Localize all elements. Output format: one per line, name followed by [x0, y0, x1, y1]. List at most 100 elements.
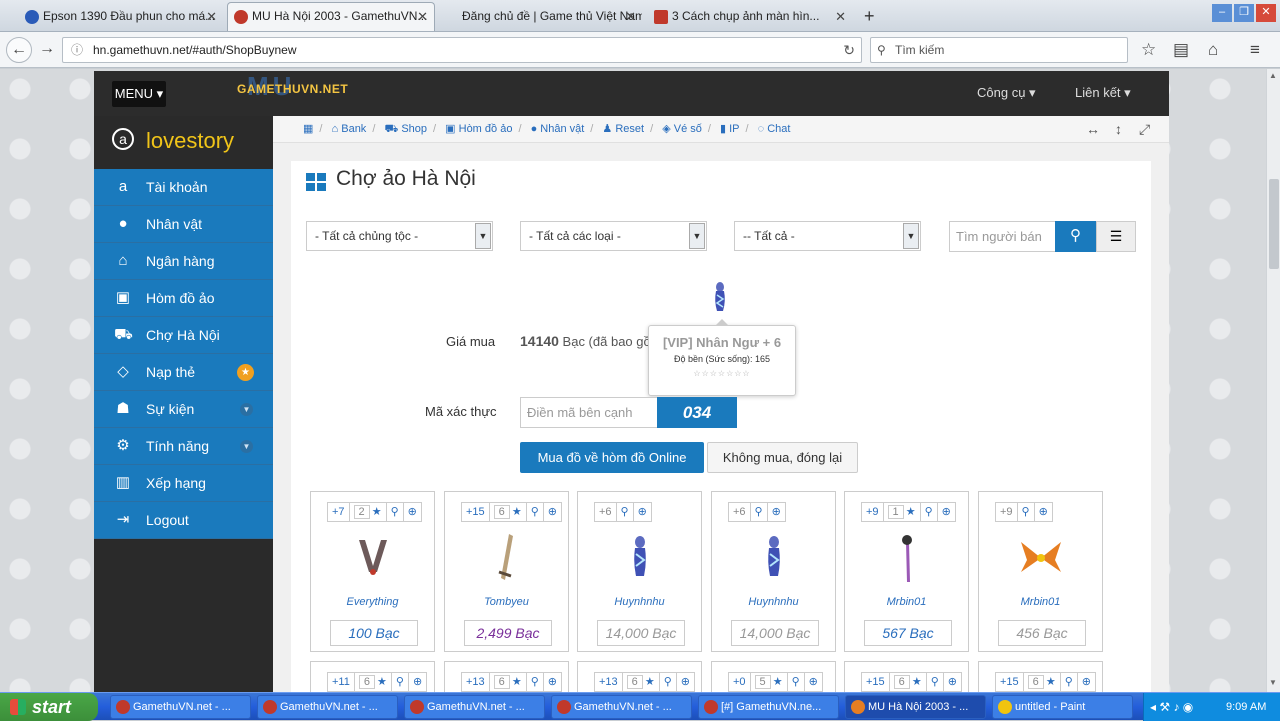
- seller-name[interactable]: Mrbin01: [845, 596, 968, 608]
- tray-icons[interactable]: ◂ ⚒ ♪ ◉: [1150, 693, 1193, 721]
- search-icon[interactable]: ⚲: [385, 502, 404, 522]
- race-select[interactable]: - Tất cả chủng tộc - ▼: [306, 221, 493, 251]
- taskbar-item[interactable]: GamethuVN.net - ...: [404, 695, 545, 719]
- search-icon[interactable]: ⚲: [1016, 502, 1035, 522]
- zoom-icon[interactable]: ⊕: [542, 502, 562, 522]
- zoom-icon[interactable]: ⊕: [407, 672, 428, 692]
- sidebar-item-events[interactable]: ☗ Sự kiện ▼: [94, 391, 273, 428]
- browser-tab[interactable]: Đăng chủ đề | Game thủ Việt Nam... ✕: [437, 2, 643, 31]
- search-button[interactable]: ⚲: [1055, 221, 1096, 252]
- taskbar-item[interactable]: GamethuVN.net - ...: [551, 695, 692, 719]
- item-card[interactable]: +6 ⚲ ⊕ Huynhnhu 14,000 Bạc: [577, 491, 702, 652]
- item-card[interactable]: +0 5 ★ ⚲ ⊕: [711, 661, 836, 692]
- item-card[interactable]: +13 6 ★ ⚲ ⊕: [577, 661, 702, 692]
- captcha-input[interactable]: Điền mã bên cạnh: [520, 397, 658, 428]
- new-tab-icon[interactable]: +: [864, 6, 875, 27]
- zoom-icon[interactable]: ⊕: [402, 502, 422, 522]
- captcha-image[interactable]: 034: [657, 397, 737, 428]
- scroll-down-icon[interactable]: ▼: [1269, 678, 1277, 687]
- sidebar-item-ranking[interactable]: ▥ Xếp hạng: [94, 465, 273, 502]
- crumb-reset[interactable]: ♟ Reset: [602, 123, 644, 135]
- zoom-icon[interactable]: ⊕: [542, 672, 562, 692]
- zoom-icon[interactable]: ⊕: [942, 672, 962, 692]
- taskbar-item[interactable]: untitled - Paint: [992, 695, 1133, 719]
- item-card[interactable]: +13 6 ★ ⚲ ⊕: [444, 661, 569, 692]
- sidebar-item-topup[interactable]: ◇ Nạp thẻ ★: [94, 354, 273, 391]
- close-tab-icon[interactable]: ✕: [625, 3, 636, 30]
- search-icon[interactable]: ⚲: [615, 502, 634, 522]
- sidebar-item-bank[interactable]: ⌂ Ngân hàng: [94, 243, 273, 280]
- sidebar-item-market[interactable]: ⛟ Chợ Hà Nội: [94, 317, 273, 354]
- url-bar[interactable]: ⓘ hn.gamethuvn.net/#auth/ShopBuynew ↻: [62, 37, 862, 63]
- seller-name[interactable]: Tombyeu: [445, 596, 568, 608]
- seller-name[interactable]: Huynhnhu: [712, 596, 835, 608]
- maximize-icon[interactable]: ❐: [1234, 4, 1254, 22]
- browser-search-input[interactable]: ⚲ Tìm kiếm: [870, 37, 1128, 63]
- reload-icon[interactable]: ↻: [843, 38, 855, 62]
- scroll-up-icon[interactable]: ▲: [1269, 71, 1277, 80]
- seller-name[interactable]: Huynhnhu: [578, 596, 701, 608]
- item-card[interactable]: +15 6 ★ ⚲ ⊕: [844, 661, 969, 692]
- zoom-icon[interactable]: ⊕: [632, 502, 652, 522]
- item-card[interactable]: +6 ⚲ ⊕ Huynhnhu 14,000 Bạc: [711, 491, 836, 652]
- item-card[interactable]: +9 ⚲ ⊕ Mrbin01 456 Bạc: [978, 491, 1103, 652]
- zoom-icon[interactable]: ⊕: [936, 502, 956, 522]
- item-card[interactable]: +15 6 ★ ⚲ ⊕: [978, 661, 1103, 692]
- seller-name[interactable]: Everything: [311, 596, 434, 608]
- item-card[interactable]: +7 2 ★ ⚲ ⊕ Everything 100 Bạc: [310, 491, 435, 652]
- taskbar-item-active[interactable]: MU Hà Nội 2003 - ...: [845, 695, 986, 719]
- fullscreen-icon[interactable]: ⤢: [1139, 116, 1150, 142]
- sidebar-item-character[interactable]: ● Nhân vật: [94, 206, 273, 243]
- sidebar-item-features[interactable]: ⚙ Tính năng ▼: [94, 428, 273, 465]
- search-icon[interactable]: ⚲: [1059, 672, 1078, 692]
- expand-vertical-icon[interactable]: ↕: [1115, 116, 1122, 142]
- close-tab-icon[interactable]: ✕: [417, 3, 428, 30]
- taskbar-item[interactable]: [#] GamethuVN.ne...: [698, 695, 839, 719]
- zoom-icon[interactable]: ⊕: [675, 672, 695, 692]
- search-icon[interactable]: ⚲: [525, 672, 544, 692]
- reading-list-icon[interactable]: ▤: [1173, 40, 1189, 60]
- sidebar-item-account[interactable]: a Tài khoản: [94, 169, 273, 206]
- zoom-icon[interactable]: ⊕: [803, 672, 823, 692]
- minimize-icon[interactable]: –: [1212, 4, 1232, 22]
- zoom-icon[interactable]: ⊕: [1076, 672, 1096, 692]
- search-icon[interactable]: ⚲: [786, 672, 805, 692]
- type-select[interactable]: - Tất cả các loại - ▼: [520, 221, 707, 251]
- browser-tab-active[interactable]: MU Hà Nội 2003 - GamethuVN... ✕: [227, 2, 435, 31]
- tools-dropdown[interactable]: Công cụ ▾: [977, 85, 1036, 101]
- close-tab-icon[interactable]: ✕: [206, 3, 217, 30]
- seller-name[interactable]: Mrbin01: [979, 596, 1102, 608]
- close-tab-icon[interactable]: ✕: [835, 3, 846, 30]
- item-card[interactable]: +11 6 ★ ⚲ ⊕: [310, 661, 435, 692]
- buy-button[interactable]: Mua đồ về hòm đồ Online: [520, 442, 704, 473]
- site-logo[interactable]: MU GAMETHUVN.NET: [237, 71, 348, 101]
- crumb-shop[interactable]: ⛟ Shop: [384, 123, 427, 135]
- crumb-ip[interactable]: ▮ IP: [720, 123, 740, 135]
- zoom-icon[interactable]: ⊕: [1033, 502, 1053, 522]
- search-icon[interactable]: ⚲: [390, 672, 409, 692]
- crumb-inventory[interactable]: ▣ Hòm đồ ảo: [445, 123, 512, 135]
- crumb-bank[interactable]: ⌂ Bank: [332, 123, 367, 135]
- taskbar-item[interactable]: GamethuVN.net - ...: [110, 695, 251, 719]
- zoom-icon[interactable]: ⊕: [766, 502, 786, 522]
- page-scrollbar[interactable]: ▲ ▼: [1266, 69, 1280, 692]
- search-icon[interactable]: ⚲: [525, 502, 544, 522]
- menu-button[interactable]: MENU ▾: [112, 81, 166, 107]
- cancel-button[interactable]: Không mua, đóng lại: [707, 442, 858, 473]
- sidebar-item-logout[interactable]: ⇥ Logout: [94, 502, 273, 539]
- calendar-icon[interactable]: ▦: [303, 123, 313, 135]
- crumb-character[interactable]: ● Nhân vật: [531, 123, 585, 135]
- hamburger-menu-icon[interactable]: ≡: [1250, 40, 1260, 60]
- expand-horizontal-icon[interactable]: ↔: [1086, 116, 1100, 142]
- bookmark-star-icon[interactable]: ☆: [1141, 40, 1156, 60]
- item-card[interactable]: +15 6 ★ ⚲ ⊕ Tombyeu 2,499 Bạc: [444, 491, 569, 652]
- list-view-button[interactable]: ☰: [1096, 221, 1136, 252]
- search-icon[interactable]: ⚲: [658, 672, 677, 692]
- forward-icon[interactable]: →: [34, 37, 60, 63]
- links-dropdown[interactable]: Liên kết ▾: [1075, 85, 1131, 101]
- sidebar-item-inventory[interactable]: ▣ Hòm đồ ảo: [94, 280, 273, 317]
- seller-search-input[interactable]: Tìm người bán: [949, 221, 1056, 252]
- search-icon[interactable]: ⚲: [925, 672, 944, 692]
- taskbar-item[interactable]: GamethuVN.net - ...: [257, 695, 398, 719]
- browser-tab[interactable]: 3 Cách chụp ảnh màn hìn... ✕: [647, 2, 853, 31]
